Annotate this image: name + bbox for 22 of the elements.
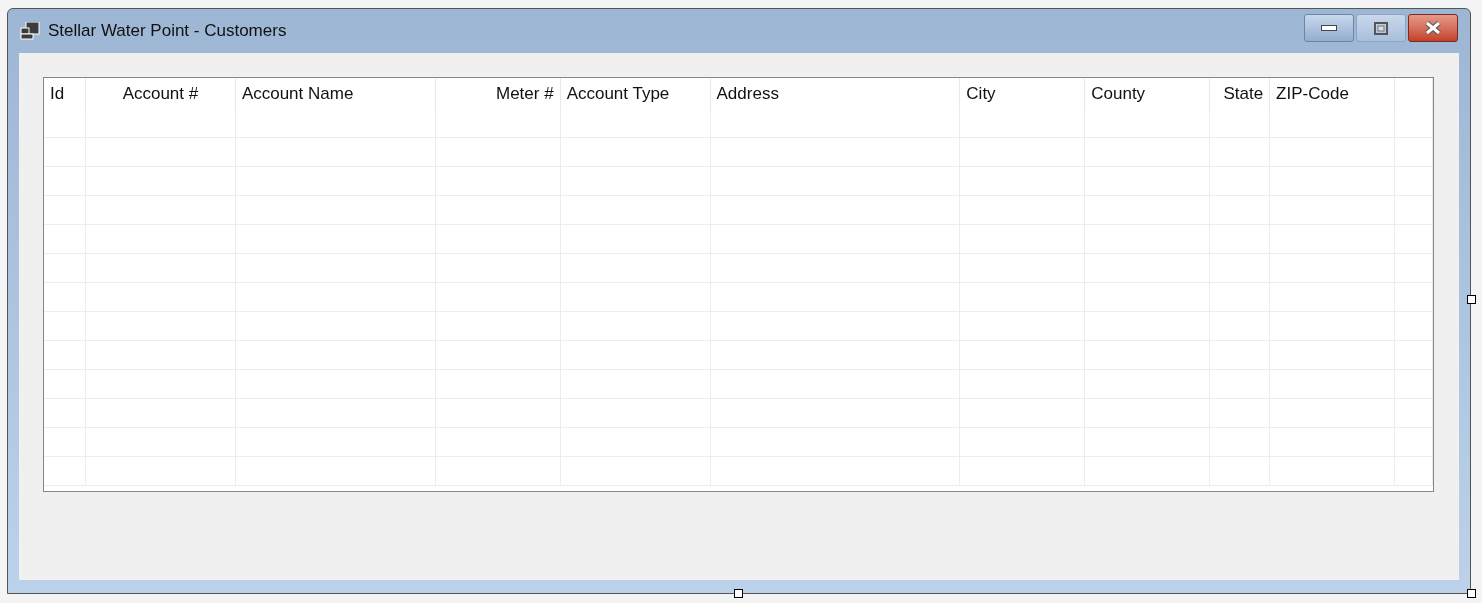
maximize-button[interactable] <box>1356 14 1406 42</box>
column-header[interactable]: City <box>960 78 1086 109</box>
app-icon <box>20 22 40 40</box>
column-header[interactable]: Account # <box>86 78 236 109</box>
column-header[interactable]: Address <box>710 78 961 109</box>
list-view[interactable]: Id Account # Account Name Meter # Account Type Address City County State ZIP-Code <box>43 77 1434 492</box>
maximize-icon <box>1374 21 1388 35</box>
column-header[interactable]: Account Name <box>235 78 436 109</box>
close-button[interactable] <box>1408 14 1458 42</box>
minimize-button[interactable] <box>1304 14 1354 42</box>
column-header[interactable]: County <box>1085 78 1211 109</box>
window-title: Stellar Water Point - Customers <box>48 20 287 43</box>
resize-handle[interactable] <box>734 589 743 598</box>
column-header[interactable]: Meter # <box>435 78 561 109</box>
resize-handle[interactable] <box>1467 295 1476 304</box>
column-header[interactable]: State <box>1210 78 1271 109</box>
column-header[interactable]: Id <box>44 78 86 109</box>
close-icon <box>1424 21 1442 35</box>
column-header[interactable]: Account Type <box>560 78 711 109</box>
column-header[interactable]: ZIP-Code <box>1270 78 1395 109</box>
resize-handle[interactable] <box>1467 589 1476 598</box>
minimize-icon <box>1321 25 1337 31</box>
